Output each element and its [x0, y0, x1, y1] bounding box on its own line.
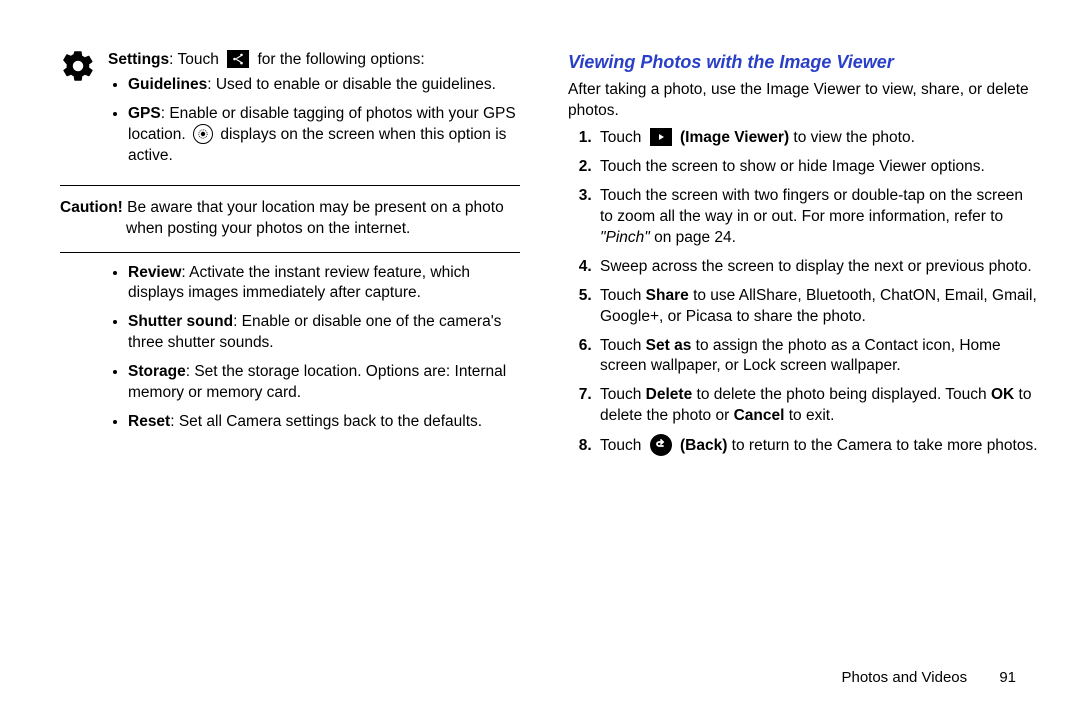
gear-icon — [60, 48, 96, 84]
step-5: Touch Share to use AllShare, Bluetooth, … — [596, 286, 1040, 328]
divider-top — [60, 185, 520, 186]
settings-line: Settings: Touch for the following option… — [108, 50, 520, 71]
footer-section: Photos and Videos — [841, 669, 967, 686]
settings-label: Settings — [108, 51, 169, 68]
bullet-reset: Reset: Set all Camera settings back to t… — [128, 412, 520, 433]
settings-bullets-bottom: Review: Activate the instant review feat… — [108, 263, 520, 433]
page-footer: Photos and Videos 91 — [841, 668, 1016, 688]
bullet-gps: GPS: Enable or disable tagging of photos… — [128, 104, 520, 167]
divider-bottom — [60, 252, 520, 253]
bullet-guidelines: Guidelines: Used to enable or disable th… — [128, 75, 520, 96]
bullet-shutter: Shutter sound: Enable or disable one of … — [128, 312, 520, 354]
step-3: Touch the screen with two fingers or dou… — [596, 186, 1040, 249]
caution-box: Caution! Be aware that your location may… — [60, 196, 520, 242]
step-2: Touch the screen to show or hide Image V… — [596, 157, 1040, 178]
settings-row: Settings: Touch for the following option… — [60, 50, 520, 175]
footer-page: 91 — [999, 669, 1016, 686]
step-4: Sweep across the screen to display the n… — [596, 257, 1040, 278]
back-icon — [650, 434, 672, 456]
section-intro: After taking a photo, use the Image View… — [568, 80, 1040, 122]
section-heading: Viewing Photos with the Image Viewer — [568, 50, 1040, 74]
right-column: Viewing Photos with the Image Viewer Aft… — [568, 50, 1040, 465]
left-column: Settings: Touch for the following option… — [60, 50, 520, 465]
gps-dot-icon — [193, 124, 213, 144]
steps-list: Touch (Image Viewer) to view the photo. … — [568, 128, 1040, 457]
bullet-review: Review: Activate the instant review feat… — [128, 263, 520, 305]
step-1: Touch (Image Viewer) to view the photo. — [596, 128, 1040, 149]
bullet-storage: Storage: Set the storage location. Optio… — [128, 362, 520, 404]
step-7: Touch Delete to delete the photo being d… — [596, 385, 1040, 427]
play-icon — [650, 128, 672, 146]
settings-bullets-top: Guidelines: Used to enable or disable th… — [108, 75, 520, 167]
share-icon — [227, 50, 249, 68]
step-6: Touch Set as to assign the photo as a Co… — [596, 336, 1040, 378]
step-8: Touch (Back) to return to the Camera to … — [596, 435, 1040, 457]
